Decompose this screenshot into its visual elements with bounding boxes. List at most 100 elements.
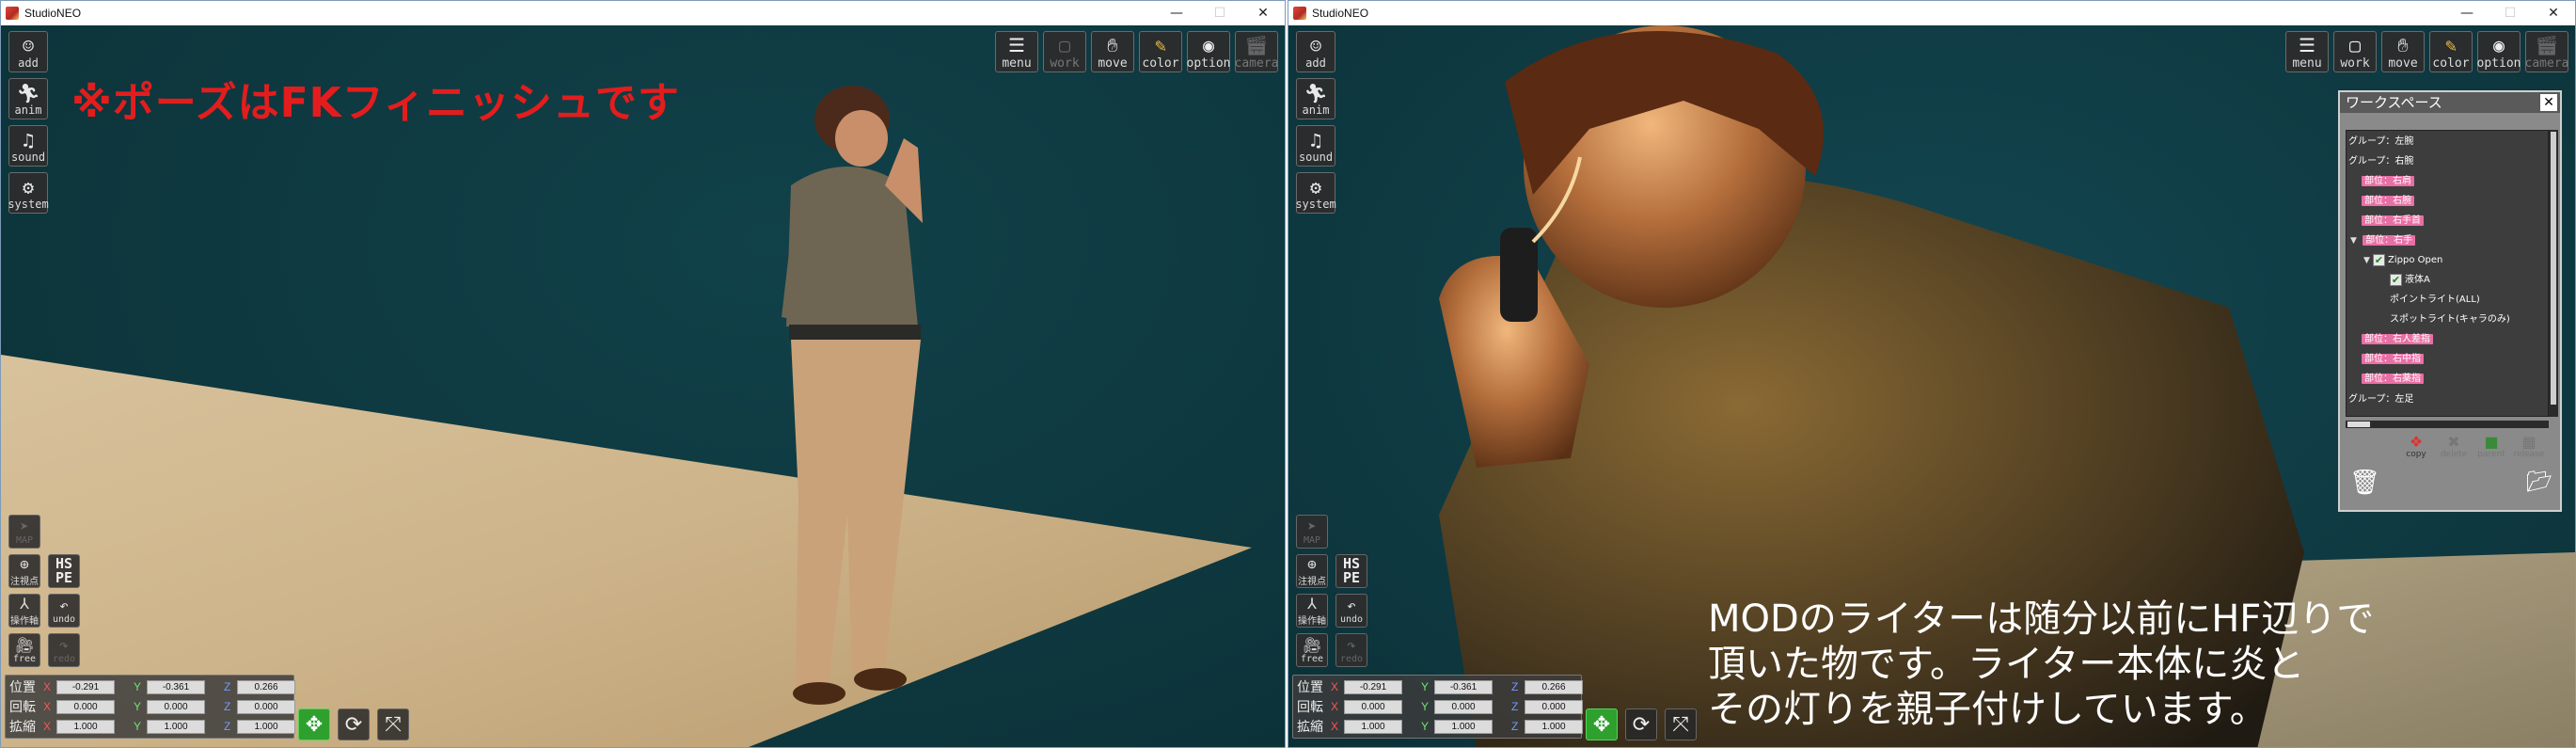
tree-item[interactable]: グループ：左腕 <box>2348 135 2413 150</box>
title-bar[interactable]: StudioNEO — ☐ ✕ <box>1288 1 2575 25</box>
undo-button[interactable]: ↶ undo <box>1335 594 1367 628</box>
scale-y-field[interactable]: 1.000 <box>147 719 205 734</box>
position-y-field[interactable]: -0.361 <box>147 679 205 694</box>
map-button[interactable]: ➤ MAP <box>1296 515 1328 549</box>
tree-item[interactable]: グループ：右腕 <box>2348 154 2413 169</box>
position-x-field[interactable]: -0.291 <box>56 679 115 694</box>
tree-item[interactable]: ✔ 液体A <box>2390 273 2430 288</box>
move-button[interactable]: ✋︎ move <box>1091 31 1134 72</box>
workspace-close-button[interactable]: ✕ <box>2540 94 2557 111</box>
free-camera-button[interactable]: 🎥︎ free <box>1296 633 1328 667</box>
rotation-x-field[interactable]: 0.000 <box>56 699 115 714</box>
position-z-field[interactable]: 0.266 <box>1525 679 1583 694</box>
redo-button[interactable]: ↷ redo <box>48 633 80 667</box>
scroll-thumb[interactable] <box>2551 132 2556 405</box>
title-bar[interactable]: StudioNEO — ☐ ✕ <box>1 1 1285 25</box>
option-button[interactable]: ◉ option <box>2477 31 2521 72</box>
release-button[interactable]: ▦ release <box>2513 431 2545 463</box>
position-x-field[interactable]: -0.291 <box>1344 679 1402 694</box>
rotation-x-field[interactable]: 0.000 <box>1344 699 1402 714</box>
rotation-z-field[interactable]: 0.000 <box>1525 699 1583 714</box>
checkbox-checked[interactable]: ✔ <box>2390 273 2402 286</box>
menu-button[interactable]: ☰ menu <box>995 31 1038 72</box>
position-y-field[interactable]: -0.361 <box>1434 679 1493 694</box>
scroll-thumb[interactable] <box>2347 422 2370 427</box>
anim-button[interactable]: 🏃︎ anim <box>1296 78 1335 119</box>
tree-item[interactable]: 部位：右腕 <box>2362 194 2414 209</box>
menu-button[interactable]: ☰ menu <box>2285 31 2329 72</box>
scale-gizmo-button[interactable]: ⤧ <box>1665 708 1697 740</box>
eye-icon: ◉ <box>1202 34 1215 56</box>
workspace-title[interactable]: ワークスペース <box>2340 92 2560 113</box>
sound-button[interactable]: ♫ sound <box>1296 125 1335 167</box>
position-z-field[interactable]: 0.266 <box>237 679 295 694</box>
operation-axis-button[interactable]: ⅄ 操作軸 <box>1296 594 1328 628</box>
option-button[interactable]: ◉ option <box>1187 31 1230 72</box>
trash-icon[interactable]: 🗑︎ <box>2349 469 2380 497</box>
rotation-y-field[interactable]: 0.000 <box>147 699 205 714</box>
tree-item[interactable]: ▼ ✔ Zippo Open <box>2363 253 2442 268</box>
undo-button[interactable]: ↶ undo <box>48 594 80 628</box>
scale-y-field[interactable]: 1.000 <box>1434 719 1493 734</box>
tree-item[interactable]: ▼ 部位：右手 <box>2350 233 2416 248</box>
rotation-y-field[interactable]: 0.000 <box>1434 699 1493 714</box>
checkbox-checked[interactable]: ✔ <box>2373 253 2385 266</box>
delete-object-button[interactable]: ✖ delete <box>2438 431 2470 463</box>
scale-gizmo-button[interactable]: ⤧ <box>377 708 409 740</box>
color-button[interactable]: ✎ color <box>1139 31 1182 72</box>
hspe-button[interactable]: HS PE <box>48 554 80 588</box>
center-point-button[interactable]: ⊕ 注視点 <box>1296 554 1328 588</box>
color-button[interactable]: ✎ color <box>2429 31 2473 72</box>
system-button[interactable]: ⚙ system <box>1295 172 1336 214</box>
center-point-button[interactable]: ⊕ 注視点 <box>8 554 40 588</box>
add-button[interactable]: ☺ add <box>1296 31 1335 72</box>
tree-item[interactable]: 部位：右人差指 <box>2362 332 2433 347</box>
tree-item[interactable]: ポイントライト(ALL) <box>2390 293 2480 308</box>
work-button[interactable]: ▢ work <box>2333 31 2377 72</box>
close-button[interactable]: ✕ <box>1241 1 1285 25</box>
workspace-tree[interactable]: グループ：左腕 グループ：右腕 部位：右肩 部位：右腕 部位：右手首 ▼ 部位：… <box>2346 130 2549 417</box>
add-button[interactable]: ☺ add <box>8 31 48 72</box>
workspace-vertical-scrollbar[interactable] <box>2549 130 2558 417</box>
rotation-z-field[interactable]: 0.000 <box>237 699 295 714</box>
close-button[interactable]: ✕ <box>2532 1 2575 25</box>
move-button[interactable]: ✋︎ move <box>2381 31 2425 72</box>
expand-triangle-icon[interactable]: ▼ <box>2363 253 2373 268</box>
maximize-button[interactable]: ☐ <box>1198 1 1241 25</box>
rotate-gizmo-button[interactable]: ⟳ <box>338 708 370 740</box>
scale-x-field[interactable]: 1.000 <box>56 719 115 734</box>
free-camera-button[interactable]: 🎥︎ free <box>8 633 40 667</box>
work-button[interactable]: ▢ work <box>1043 31 1086 72</box>
copy-button[interactable]: ❖ copy <box>2400 431 2432 463</box>
scale-z-field[interactable]: 1.000 <box>1525 719 1583 734</box>
tree-item[interactable]: グループ：左足 <box>2348 392 2413 407</box>
tree-item[interactable]: スポットライト(キャラのみ) <box>2390 312 2510 327</box>
tree-item[interactable]: 部位：右手首 <box>2362 214 2424 229</box>
3d-viewport[interactable]: ※ポーズはFKフィニッシュです ☺ add 🏃︎ anim ♫ sound ⚙ … <box>1 25 1285 747</box>
operation-axis-button[interactable]: ⅄ 操作軸 <box>8 594 40 628</box>
tree-item[interactable]: 部位：右肩 <box>2362 174 2414 189</box>
workspace-horizontal-scrollbar[interactable] <box>2346 421 2549 428</box>
hspe-label: HS PE <box>1342 555 1361 586</box>
parent-button[interactable]: ■ parent <box>2475 431 2507 463</box>
camera-button[interactable]: 🎬︎ camera <box>2525 31 2568 72</box>
scale-z-field[interactable]: 1.000 <box>237 719 295 734</box>
expand-triangle-icon[interactable]: ▼ <box>2350 233 2360 248</box>
camera-button[interactable]: 🎬︎ camera <box>1235 31 1278 72</box>
minimize-button[interactable]: — <box>2445 1 2489 25</box>
anim-button[interactable]: 🏃︎ anim <box>8 78 48 119</box>
move-gizmo-button[interactable]: ✥ <box>1586 708 1618 740</box>
map-button[interactable]: ➤ MAP <box>8 515 40 549</box>
maximize-button[interactable]: ☐ <box>2489 1 2532 25</box>
sound-button[interactable]: ♫ sound <box>8 125 48 167</box>
tree-item[interactable]: 部位：右薬指 <box>2362 372 2424 387</box>
folder-icon[interactable]: 📂︎ <box>2526 470 2552 494</box>
scale-x-field[interactable]: 1.000 <box>1344 719 1402 734</box>
hspe-button[interactable]: HS PE <box>1335 554 1367 588</box>
redo-button[interactable]: ↷ redo <box>1335 633 1367 667</box>
move-gizmo-button[interactable]: ✥ <box>298 708 330 740</box>
tree-item[interactable]: 部位：右中指 <box>2362 352 2424 367</box>
system-button[interactable]: ⚙ system <box>8 172 49 214</box>
rotate-gizmo-button[interactable]: ⟳ <box>1625 708 1657 740</box>
minimize-button[interactable]: — <box>1155 1 1198 25</box>
